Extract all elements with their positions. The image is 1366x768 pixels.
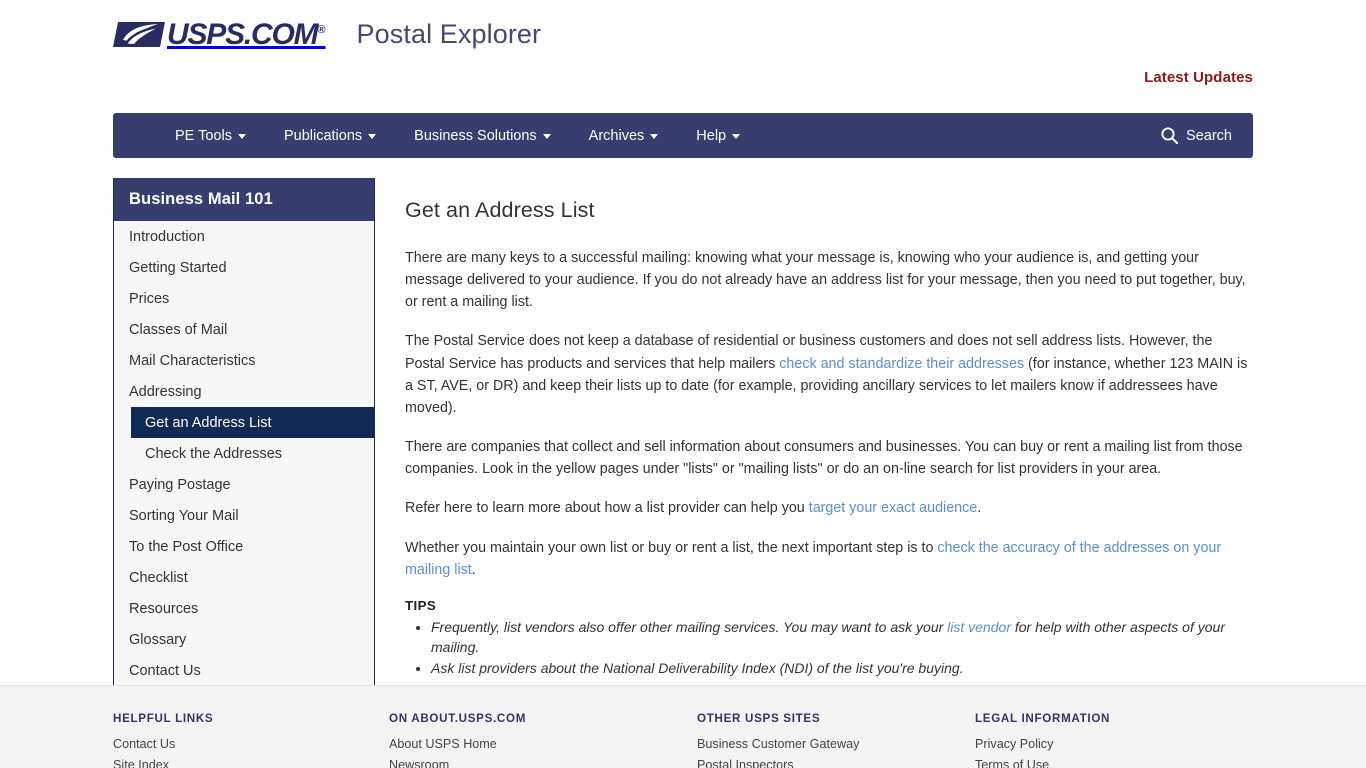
chevron-down-icon <box>732 134 741 139</box>
sidebar-item-addressing[interactable]: Addressing <box>114 376 374 407</box>
paragraph-4-text-b: . <box>977 500 982 517</box>
footer-heading: LEGAL INFORMATION <box>975 712 1111 725</box>
footer-column-other-usps-sites: OTHER USPS SITES Business Customer Gatew… <box>697 686 975 768</box>
link-list-vendor[interactable]: list vendor <box>947 619 1011 635</box>
sidebar-title: Business Mail 101 <box>114 178 374 221</box>
site-title: Postal Explorer <box>356 18 542 49</box>
sidebar-item-introduction[interactable]: Introduction <box>114 221 374 252</box>
sidebar-item-sorting-your-mail[interactable]: Sorting Your Mail <box>114 500 374 531</box>
sidebar-item-checklist[interactable]: Checklist <box>114 562 374 593</box>
sidebar-item-glossary[interactable]: Glossary <box>114 624 374 655</box>
nav-item-archives[interactable]: Archives <box>570 113 678 158</box>
paragraph-2: The Postal Service does not keep a datab… <box>405 330 1253 419</box>
paragraph-3: There are companies that collect and sel… <box>405 439 1243 478</box>
site-header: USPS.COM® Postal Explorer Latest Updates <box>0 0 1366 108</box>
link-target-exact-audience[interactable]: target your exact audience <box>809 500 978 516</box>
sidebar-item-to-the-post-office[interactable]: To the Post Office <box>114 531 374 562</box>
usps-wordmark: USPS.COM® <box>167 18 326 51</box>
search-button-label: Search <box>1186 127 1232 144</box>
sidebar-item-list: Introduction Getting Started Prices Clas… <box>114 221 375 686</box>
footer-column-helpful-links: HELPFUL LINKS Contact Us Site Index <box>113 686 389 768</box>
registered-mark: ® <box>317 24 326 36</box>
sidebar-item-prices[interactable]: Prices <box>114 283 374 314</box>
sidebar-item-paying-postage[interactable]: Paying Postage <box>114 469 374 500</box>
footer-column-on-about-usps: ON ABOUT.USPS.COM About USPS Home Newsro… <box>389 686 697 768</box>
tip-1-text-a: Frequently, list vendors also offer othe… <box>431 618 948 635</box>
brand-row: USPS.COM® Postal Explorer <box>113 18 541 50</box>
footer-link-terms-of-use[interactable]: Terms of Use <box>975 758 1253 768</box>
chevron-down-icon <box>368 134 377 139</box>
paragraph-4: Refer here to learn more about how a lis… <box>405 497 1253 519</box>
nav-item-publications[interactable]: Publications <box>265 113 395 158</box>
sidebar-item-getting-started[interactable]: Getting Started <box>114 252 374 283</box>
tips-list: Frequently, list vendors also offer othe… <box>405 617 1253 679</box>
sidebar-item-classes-of-mail[interactable]: Classes of Mail <box>114 314 374 345</box>
latest-updates-link[interactable]: Latest Updates <box>1144 69 1253 86</box>
paragraph-5-text-a: Whether you maintain your own list or bu… <box>405 539 938 556</box>
nav-item-business-solutions[interactable]: Business Solutions <box>395 113 570 158</box>
paragraph-1: There are many keys to a successful mail… <box>405 250 1246 311</box>
search-button[interactable]: Search <box>1152 122 1240 149</box>
nav-item-label: Help <box>696 127 727 144</box>
page-root: USPS.COM® Postal Explorer Latest Updates… <box>0 0 1366 768</box>
footer-link-privacy-policy[interactable]: Privacy Policy <box>975 737 1253 751</box>
footer-columns: HELPFUL LINKS Contact Us Site Index ON A… <box>113 686 1253 768</box>
main-navigation: PE Tools Publications Business Solutions… <box>113 113 1253 158</box>
page-title: Get an Address List <box>405 198 595 222</box>
sidebar: Business Mail 101 Introduction Getting S… <box>113 178 375 699</box>
paragraph-5: Whether you maintain your own list or bu… <box>405 537 1253 581</box>
nav-item-pe-tools[interactable]: PE Tools <box>156 113 265 158</box>
usps-eagle-icon <box>113 21 165 47</box>
footer-link-about-usps-home[interactable]: About USPS Home <box>389 737 697 751</box>
site-footer: HELPFUL LINKS Contact Us Site Index ON A… <box>0 685 1366 768</box>
sidebar-item-resources[interactable]: Resources <box>114 593 374 624</box>
nav-item-list: PE Tools Publications Business Solutions… <box>156 113 759 158</box>
link-check-standardize-addresses[interactable]: check and standardize their addresses <box>779 356 1024 372</box>
footer-link-postal-inspectors[interactable]: Postal Inspectors <box>697 758 975 768</box>
footer-link-business-customer-gateway[interactable]: Business Customer Gateway <box>697 737 975 751</box>
chevron-down-icon <box>237 134 246 139</box>
footer-link-newsroom[interactable]: Newsroom <box>389 758 697 768</box>
nav-item-label: PE Tools <box>175 127 232 144</box>
footer-link-site-index[interactable]: Site Index <box>113 758 389 768</box>
tips-list-item: Ask list providers about the National De… <box>431 658 1253 678</box>
nav-item-label: Archives <box>588 127 645 144</box>
footer-link-contact-us[interactable]: Contact Us <box>113 737 389 751</box>
sidebar-item-get-an-address-list[interactable]: Get an Address List <box>131 407 375 438</box>
usps-logo-link[interactable]: USPS.COM® <box>113 18 326 50</box>
chevron-down-icon <box>542 134 551 139</box>
tips-heading: TIPS <box>405 597 437 613</box>
sidebar-item-check-the-addresses[interactable]: Check the Addresses <box>114 438 374 469</box>
paragraph-4-text-a: Refer here to learn more about how a lis… <box>405 500 809 517</box>
footer-heading: HELPFUL LINKS <box>113 712 214 725</box>
footer-heading: ON ABOUT.USPS.COM <box>389 712 527 725</box>
sidebar-item-mail-characteristics[interactable]: Mail Characteristics <box>114 345 374 376</box>
chevron-down-icon <box>650 134 659 139</box>
tips-list-item: Frequently, list vendors also offer othe… <box>431 617 1253 658</box>
main-content: Get an Address List There are many keys … <box>405 178 1253 680</box>
footer-heading: OTHER USPS SITES <box>697 712 821 725</box>
nav-item-label: Business Solutions <box>414 127 537 144</box>
nav-item-help[interactable]: Help <box>677 113 759 158</box>
footer-column-legal-information: LEGAL INFORMATION Privacy Policy Terms o… <box>975 686 1253 768</box>
search-icon <box>1161 127 1179 145</box>
paragraph-5-text-b: . <box>471 561 476 578</box>
nav-item-label: Publications <box>283 127 363 144</box>
sidebar-item-contact-us[interactable]: Contact Us <box>114 655 374 686</box>
